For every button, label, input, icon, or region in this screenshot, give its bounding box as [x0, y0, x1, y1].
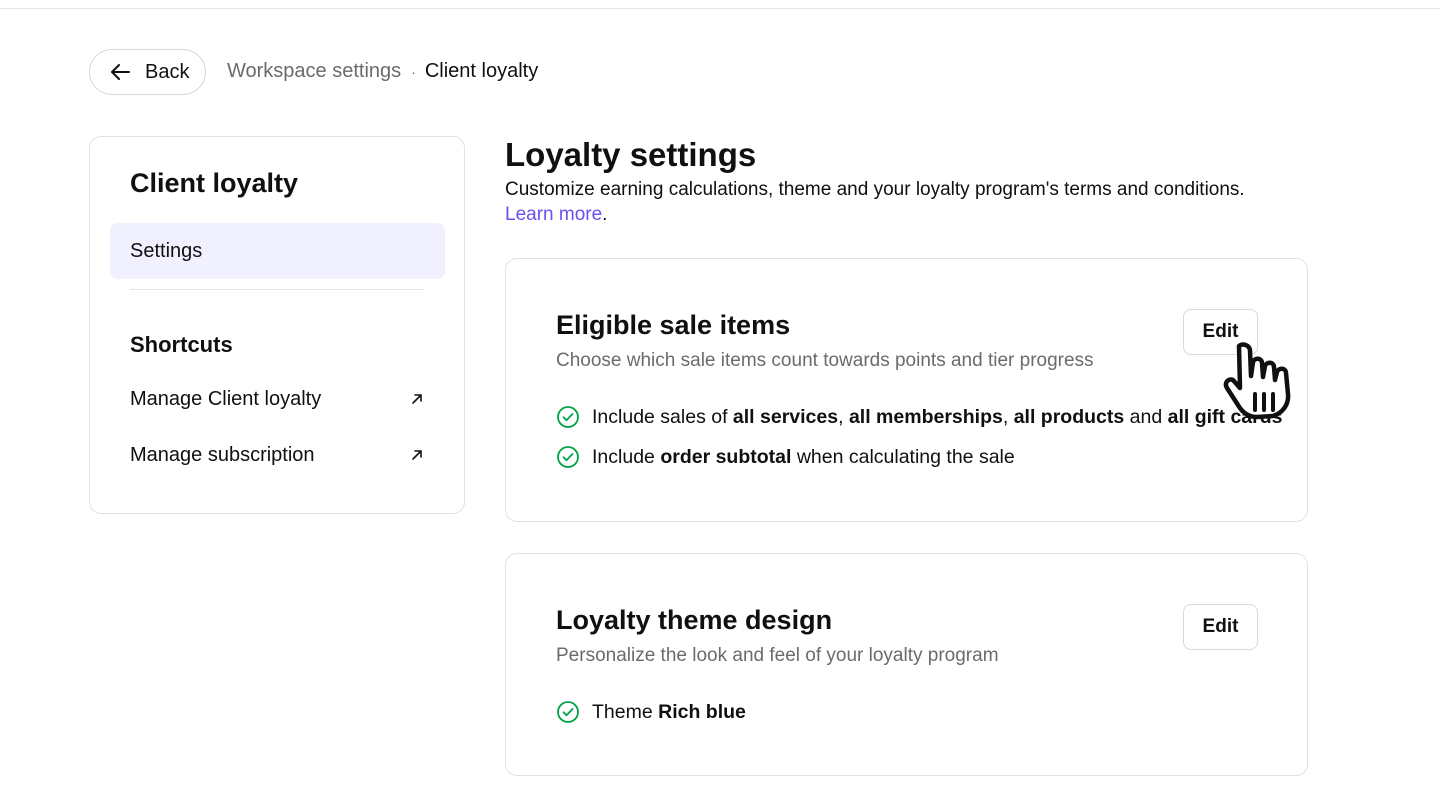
external-link-arrow-icon — [409, 447, 425, 463]
page-title: Loyalty settings — [505, 136, 757, 173]
back-button[interactable]: Back — [89, 49, 206, 95]
card-title: Eligible sale items — [556, 310, 791, 340]
top-divider — [0, 8, 1440, 9]
card-subtitle: Personalize the look and feel of your lo… — [556, 645, 999, 666]
external-link-arrow-icon — [409, 391, 425, 407]
breadcrumb-separator: · — [411, 63, 416, 80]
edit-theme-button[interactable]: Edit — [1183, 604, 1258, 650]
order-subtotal-text: Include order subtotal when calculating … — [592, 445, 1015, 468]
breadcrumb-current: Client loyalty — [424, 60, 539, 82]
arrow-left-icon — [109, 60, 133, 84]
back-button-label: Back — [145, 60, 190, 83]
edit-eligible-items-button[interactable]: Edit — [1183, 309, 1258, 355]
sidebar-card: Client loyalty Settings Shortcuts Manage… — [89, 136, 465, 514]
page-description-text: Customize earning calculations, theme an… — [505, 179, 1245, 200]
sidebar-title: Client loyalty — [130, 168, 299, 198]
shortcut-manage-client-loyalty[interactable]: Manage Client loyalty — [130, 383, 425, 415]
eligible-sale-items-card: Eligible sale items Choose which sale it… — [505, 258, 1308, 522]
card-title: Loyalty theme design — [556, 605, 833, 635]
learn-more-link[interactable]: Learn more — [505, 204, 602, 225]
page-description: Customize earning calculations, theme an… — [505, 177, 1305, 227]
check-circle-icon — [556, 700, 592, 724]
included-sales-row: Include sales of all services, all membe… — [556, 405, 1282, 429]
included-sales-text: Include sales of all services, all membe… — [592, 405, 1283, 428]
sidebar-divider — [130, 289, 425, 290]
check-circle-icon — [556, 405, 592, 429]
breadcrumb-workspace-settings[interactable]: Workspace settings — [227, 60, 401, 83]
loyalty-theme-design-card: Loyalty theme design Personalize the loo… — [505, 553, 1308, 776]
check-circle-icon — [556, 445, 592, 469]
theme-row: Theme Rich blue — [556, 700, 746, 724]
sidebar-item-settings[interactable]: Settings — [110, 223, 445, 279]
card-subtitle: Choose which sale items count towards po… — [556, 350, 1094, 371]
shortcut-label: Manage Client loyalty — [130, 387, 322, 410]
shortcut-label: Manage subscription — [130, 443, 315, 466]
breadcrumb: Workspace settings · Client loyalty — [227, 60, 538, 83]
sidebar-item-label: Settings — [130, 239, 203, 262]
shortcut-manage-subscription[interactable]: Manage subscription — [130, 439, 425, 471]
theme-text: Theme Rich blue — [592, 700, 746, 723]
learn-more-suffix: . — [602, 204, 608, 225]
order-subtotal-row: Include order subtotal when calculating … — [556, 445, 1015, 469]
shortcuts-heading: Shortcuts — [130, 332, 233, 357]
